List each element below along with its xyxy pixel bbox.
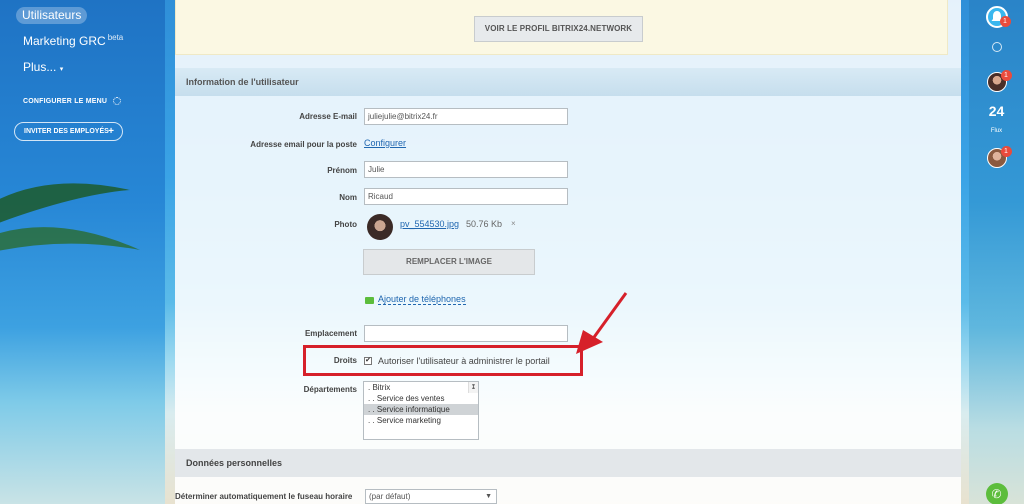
scroll-down-icon[interactable]: ▼ xyxy=(471,382,476,392)
photo-file-size: 50.76 Kb xyxy=(466,219,503,229)
list-item[interactable]: . . Service marketing xyxy=(364,415,478,426)
chevron-down-icon: ▼ xyxy=(485,493,492,500)
sidebar-item-more[interactable]: Plus... ▾ xyxy=(23,60,63,74)
last-name-field[interactable]: Ricaud xyxy=(364,188,568,205)
sidebar-item-label: Marketing GRC xyxy=(23,34,106,48)
sidebar-item-label: Plus... xyxy=(23,60,57,74)
configure-post-email-link[interactable]: Configurer xyxy=(364,138,406,148)
location-label: Emplacement xyxy=(304,329,357,338)
invite-employees-button[interactable]: INVITER DES EMPLOYÉS + xyxy=(14,122,123,141)
configure-menu-button[interactable]: CONFIGURER LE MENU xyxy=(23,97,122,105)
search-icon[interactable] xyxy=(991,42,1002,52)
departments-listbox[interactable]: . Bitrix . . Service des ventes . . Serv… xyxy=(363,381,479,440)
network-profile-box: VOIR LE PROFIL BITRIX24.NETWORK xyxy=(175,0,948,55)
calendar-label: Flux xyxy=(990,128,1003,134)
location-field[interactable] xyxy=(364,325,568,342)
group-badge: 1 xyxy=(1000,146,1012,157)
user-photo-thumbnail xyxy=(367,214,393,240)
left-sidebar: Utilisateurs Marketing GRC beta Plus... ▾… xyxy=(0,0,165,504)
departments-label: Départements xyxy=(303,385,357,394)
palm-decoration xyxy=(0,183,140,251)
notifications-bell-icon[interactable]: 1 xyxy=(985,6,1011,28)
gear-icon xyxy=(113,97,122,105)
photo-label: Photo xyxy=(334,220,357,229)
section-user-info: Information de l'utilisateur xyxy=(175,68,961,96)
timezone-value: (par défaut) xyxy=(369,492,411,501)
calendar-number[interactable]: 24 xyxy=(989,103,1005,119)
admin-rights-checkbox[interactable]: ✔ xyxy=(364,357,372,365)
add-phones-link[interactable]: Ajouter de téléphones xyxy=(378,294,466,305)
listbox-scrollbar[interactable]: ▲ ▼ xyxy=(468,382,478,393)
sidebar-item-users[interactable]: Utilisateurs xyxy=(16,7,88,24)
admin-rights-label: Autoriser l'utilisateur à administrer le… xyxy=(378,356,550,366)
configure-menu-label: CONFIGURER LE MENU xyxy=(23,97,108,105)
first-name-field[interactable]: Julie xyxy=(364,161,568,178)
main-content: VOIR LE PROFIL BITRIX24.NETWORK Informat… xyxy=(175,0,961,504)
replace-image-button[interactable]: REMPLACER L'IMAGE xyxy=(363,249,535,275)
list-item[interactable]: . Bitrix xyxy=(364,382,478,393)
list-item-selected[interactable]: . . Service informatique xyxy=(364,404,478,415)
avatar[interactable]: 1 xyxy=(986,70,1012,92)
post-email-label: Adresse email pour la poste xyxy=(250,140,357,149)
group-chat-avatar[interactable]: 1 xyxy=(986,146,1012,168)
avatar-badge: 1 xyxy=(1000,70,1012,81)
notification-badge: 1 xyxy=(999,16,1011,27)
beta-badge: beta xyxy=(107,33,124,42)
last-name-label: Nom xyxy=(339,193,357,202)
first-name-label: Prénom xyxy=(327,166,357,175)
phone-icon xyxy=(365,297,374,304)
email-label: Adresse E-mail xyxy=(299,112,357,121)
view-network-profile-button[interactable]: VOIR LE PROFIL BITRIX24.NETWORK xyxy=(474,16,643,42)
right-rail: 1 1 24 Flux 1 ✆ xyxy=(969,0,1024,504)
photo-file-link[interactable]: pv_554530.jpg xyxy=(400,219,459,229)
call-phone-icon[interactable]: ✆ xyxy=(985,483,1008,504)
sidebar-item-marketing-crm[interactable]: Marketing GRC beta xyxy=(23,33,123,48)
plus-icon: + xyxy=(108,126,114,137)
timezone-label: Déterminer automatiquement le fuseau hor… xyxy=(175,492,353,501)
rights-label: Droits xyxy=(333,356,357,365)
email-field[interactable]: juliejulie@bitrix24.fr xyxy=(364,108,568,125)
invite-label: INVITER DES EMPLOYÉS xyxy=(24,128,109,135)
timezone-select[interactable]: (par défaut) ▼ xyxy=(365,489,497,504)
list-item[interactable]: . . Service des ventes xyxy=(364,393,478,404)
remove-photo-icon[interactable]: × xyxy=(511,219,516,228)
section-personal-data: Données personnelles xyxy=(175,449,961,477)
chevron-down-icon: ▾ xyxy=(59,66,64,73)
